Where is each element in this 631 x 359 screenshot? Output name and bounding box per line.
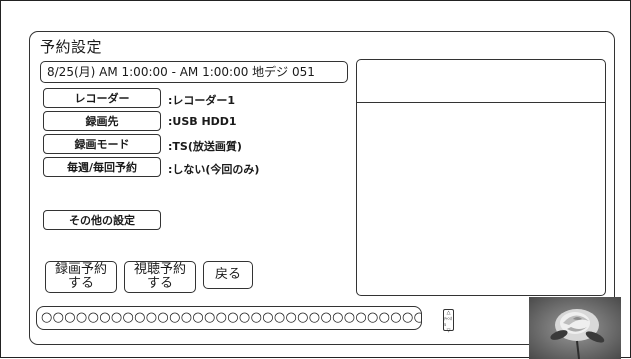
recorder-button[interactable]: レコーダー xyxy=(43,88,161,108)
other-settings-button[interactable]: その他の設定 xyxy=(43,210,161,230)
tv-screen: 予約設定 8/25(月) AM 1:00:00 - AM 1:00:00 地デジ… xyxy=(0,0,631,359)
page-title: 予約設定 xyxy=(40,38,103,56)
rose-image xyxy=(529,297,621,359)
watch-reserve-label-1: 視聴予約 xyxy=(133,262,186,277)
record-reserve-label-2: する xyxy=(67,276,94,291)
back-button[interactable]: 戻る xyxy=(203,261,253,289)
repeat-reservation-value: :しない(今回のみ) xyxy=(168,163,260,176)
channel-updown-control[interactable]: △ ﾁｬﾝﾈﾙ ▽ xyxy=(443,309,454,334)
record-destination-value: :USB HDD1 xyxy=(168,115,237,128)
rose-illustration xyxy=(529,297,621,359)
record-mode-value: :TS(放送画質) xyxy=(168,140,242,153)
watch-reserve-button[interactable]: 視聴予約 する xyxy=(124,261,196,293)
recorder-value: :レコーダー1 xyxy=(168,94,236,107)
program-title-box xyxy=(356,59,606,103)
channel-down-icon: ▽ xyxy=(446,328,451,334)
record-mode-button[interactable]: 録画モード xyxy=(43,134,161,154)
back-label: 戻る xyxy=(214,267,241,282)
program-detail-box xyxy=(356,102,606,296)
record-destination-button[interactable]: 録画先 xyxy=(43,111,161,131)
channel-label: ﾁｬﾝﾈﾙ xyxy=(444,316,452,327)
watch-reserve-label-2: する xyxy=(146,276,173,291)
repeat-reservation-button[interactable]: 毎週/毎回予約 xyxy=(43,157,161,177)
record-reserve-button[interactable]: 録画予約 する xyxy=(45,261,117,293)
ticker-field: ○○○○○○○○○○○○○○○○○○○○○○○○○○○○○○○○○ xyxy=(36,306,422,330)
reservation-settings-panel: 予約設定 8/25(月) AM 1:00:00 - AM 1:00:00 地デジ… xyxy=(29,31,615,345)
program-info-line: 8/25(月) AM 1:00:00 - AM 1:00:00 地デジ 051 xyxy=(40,61,348,83)
record-reserve-label-1: 録画予約 xyxy=(54,262,107,277)
